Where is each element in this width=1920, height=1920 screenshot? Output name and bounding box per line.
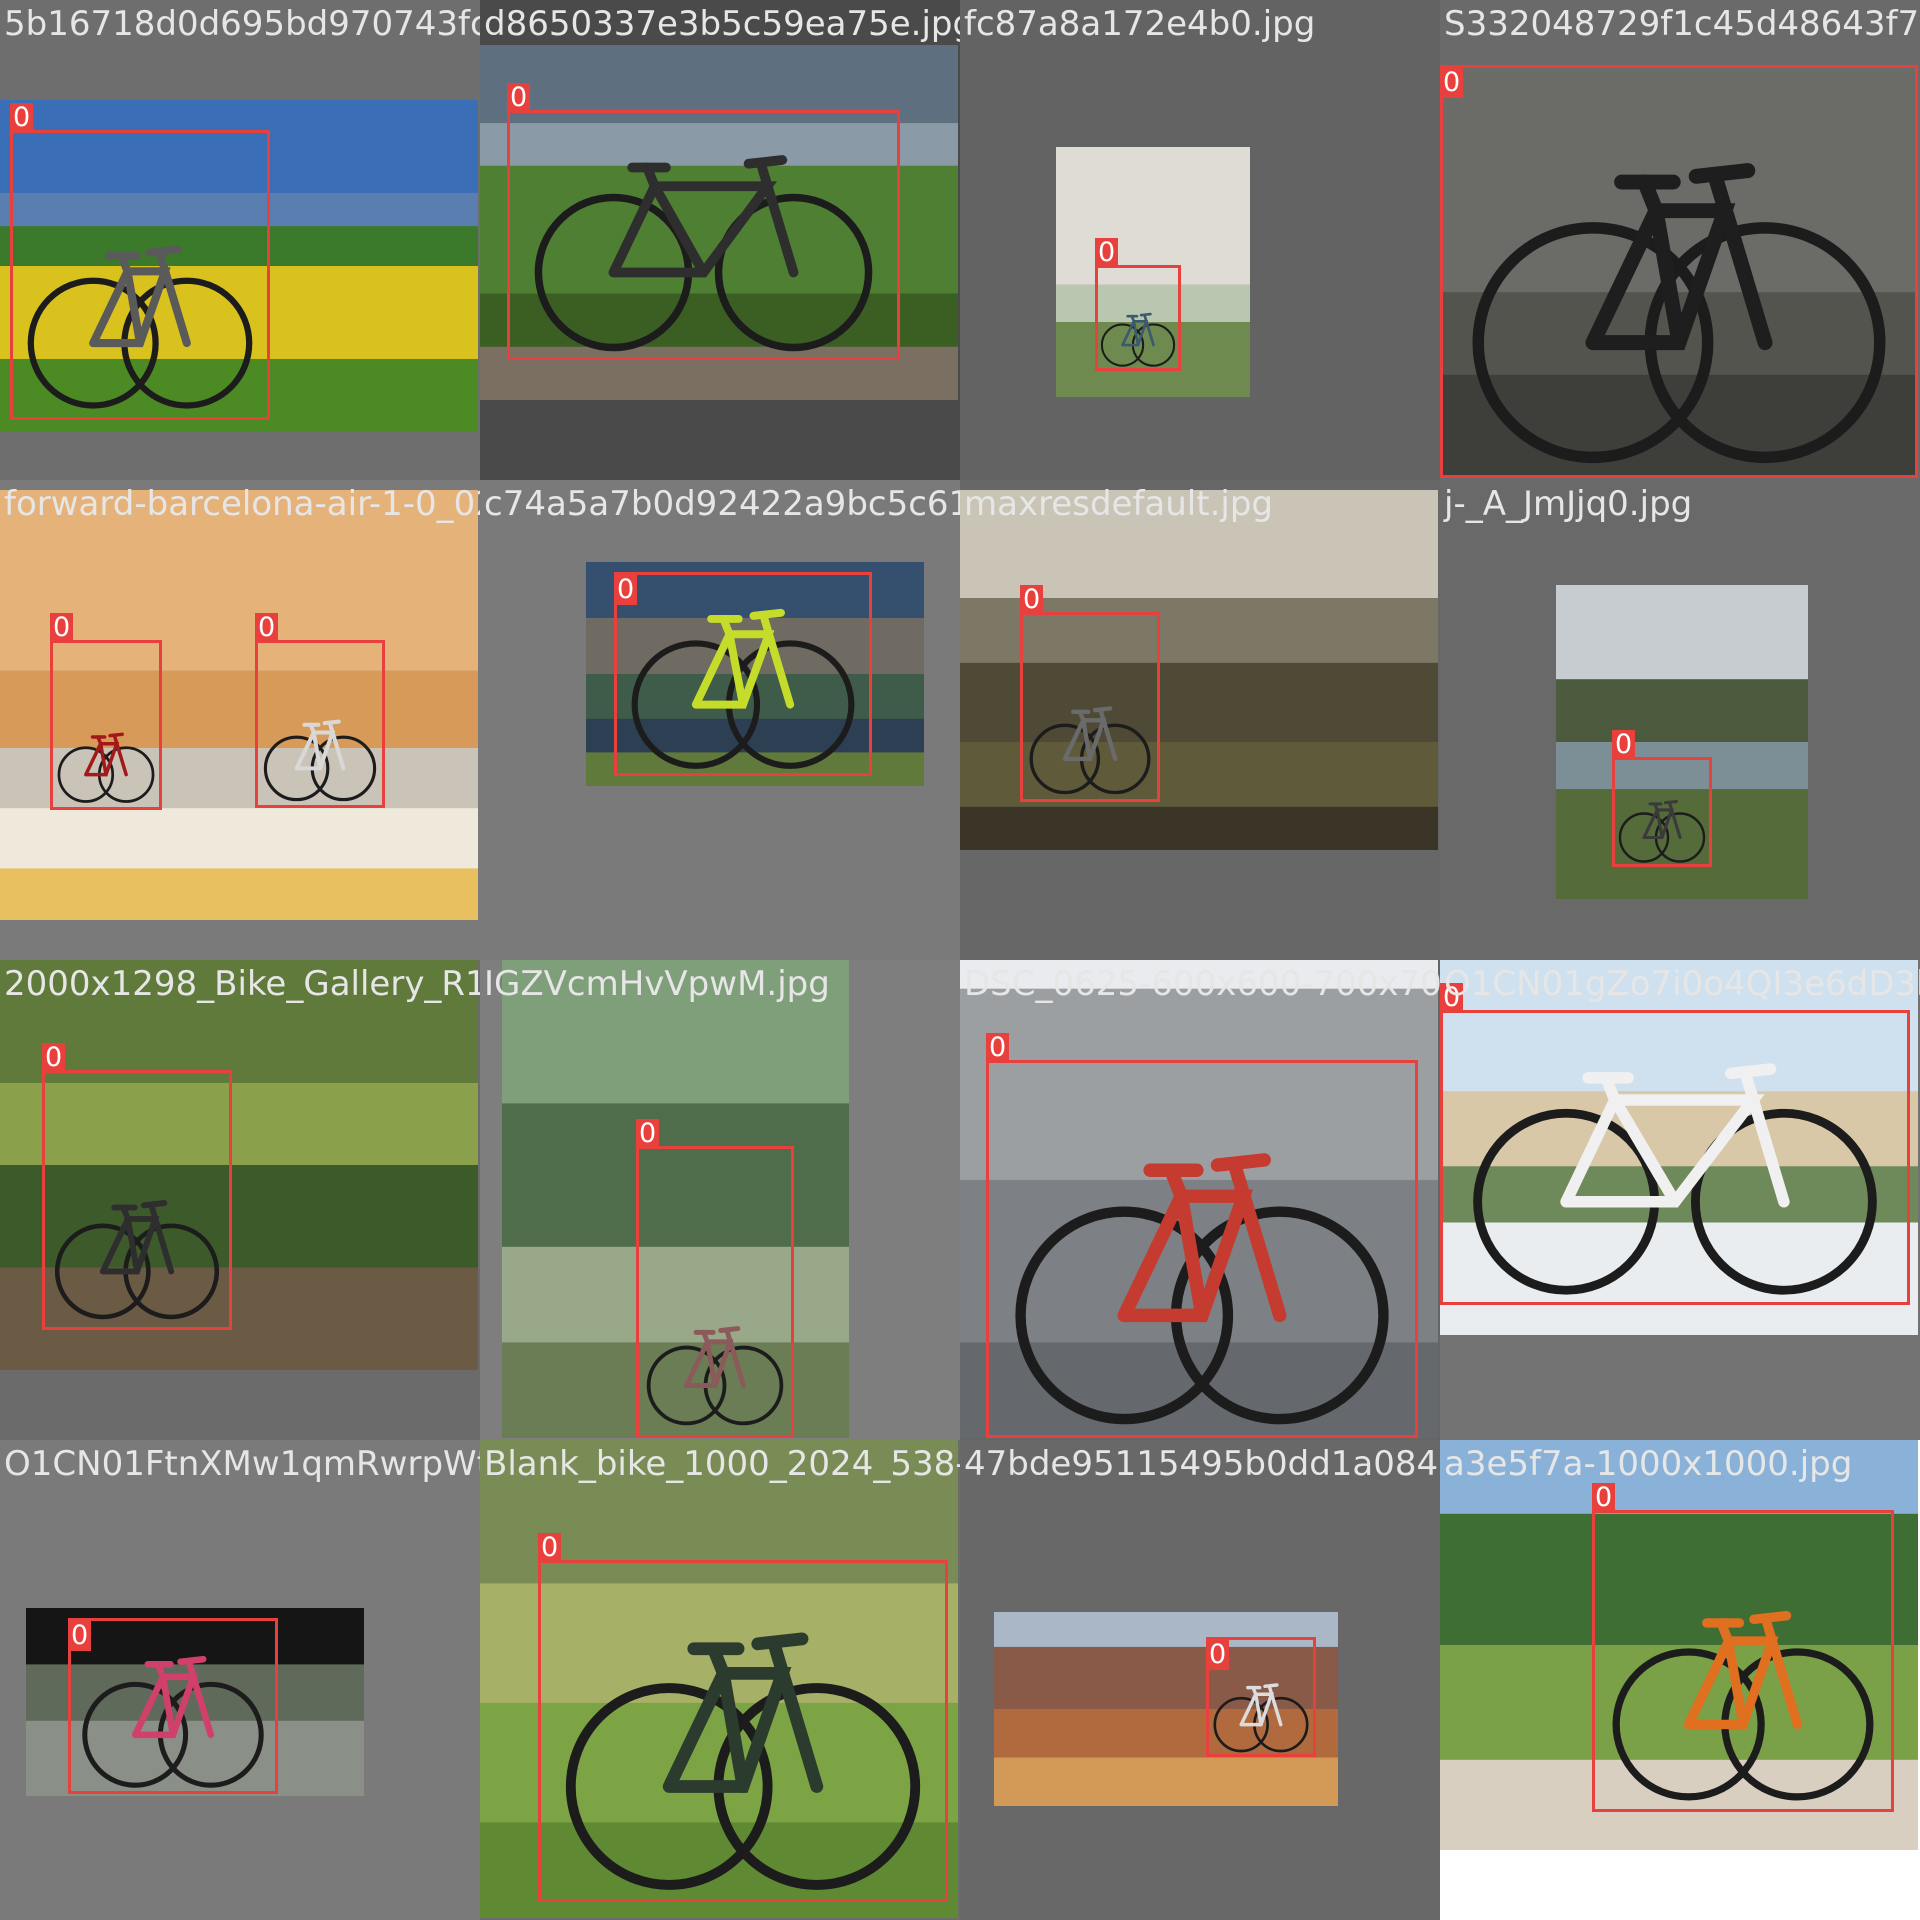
class-label: 0 [42, 1043, 66, 1073]
detection-box: 0 [636, 1119, 794, 1438]
tile-filename: 5b16718d0d695bd970743fcfd188640879528157… [4, 4, 480, 44]
detection-box: 0 [1440, 983, 1910, 1305]
tile-photo: 0 [1440, 960, 1918, 1335]
detection-box: 0 [1440, 65, 1918, 478]
mosaic-tile: 0 j-_A_JmJjq0.jpg [1440, 480, 1920, 960]
mosaic-tile: 0 c74a5a7b0d92422a9bc5c61876e2f0f.jpg [480, 480, 960, 960]
mosaic-grid: 0 5b16718d0d695bd970743fcfd18864087952815… [0, 0, 1920, 1920]
class-label: 0 [1206, 1640, 1230, 1670]
class-label: 0 [1020, 585, 1044, 615]
class-label: 0 [50, 613, 74, 643]
mosaic-tile: 0 S332048729f1c45d48643f78d7a91c2e.jpg [1440, 0, 1920, 480]
tile-photo: 0 [586, 562, 924, 786]
tile-filename: d8650337e3b5c59ea75e.jpg [484, 4, 960, 44]
mosaic-tile: 0 47bde95115495b0dd1a0849e3b8c5a1f.jpg [960, 1440, 1440, 1920]
detection-box: 0 [10, 103, 270, 420]
tile-photo: 0 [960, 490, 1438, 850]
tile-filename: fc87a8a172e4b0.jpg [964, 4, 1316, 44]
tile-filename: j-_A_JmJjq0.jpg [1444, 484, 1693, 524]
class-label: 0 [68, 1621, 92, 1651]
detection-box: 0 [1612, 730, 1712, 867]
mosaic-tile: 0O1CN01gZo7i0o4QI3e6dD3l2_!!3726.jpg [1440, 960, 1920, 1440]
mosaic-tile: 0 a3e5f7a-1000x1000.jpg [1440, 1440, 1920, 1920]
detection-box: 0 [986, 1033, 1418, 1438]
mosaic-tile: 0 d8650337e3b5c59ea75e.jpg [480, 0, 960, 480]
class-label: 0 [986, 1033, 1010, 1063]
tile-photo: 0 [480, 45, 958, 400]
tile-filename: O1CN01FtnXMw1qmRwrpWtd8.jpg [4, 1444, 480, 1484]
tile-photo: 0 [0, 100, 478, 432]
class-label: 0 [1592, 1483, 1616, 1513]
class-label: 0 [636, 1119, 660, 1149]
class-label: 0 [1440, 68, 1464, 98]
tile-photo: 0 [0, 960, 478, 1370]
mosaic-tile: 00forward-barcelona-air-1-0_02-1024x1024… [0, 480, 480, 960]
tile-filename: c74a5a7b0d92422a9bc5c61876e2f0f.jpg [484, 484, 960, 524]
tile-photo: 0 [1056, 147, 1250, 397]
detection-box: 0 [1592, 1483, 1894, 1812]
mosaic-tile: 0 O1CN01FtnXMw1qmRwrpWtd8.jpg [0, 1440, 480, 1920]
class-label: 0 [1440, 983, 1464, 1013]
mosaic-tile: 0 fc87a8a172e4b0.jpg [960, 0, 1440, 480]
detection-box: 0 [1095, 238, 1181, 371]
detection-box: 0 [538, 1533, 948, 1902]
class-label: 0 [614, 575, 638, 605]
tile-photo: 0 [960, 960, 1438, 1438]
class-label: 0 [10, 103, 34, 133]
tile-filename: S332048729f1c45d48643f78d7a91c2e.jpg [1444, 4, 1920, 44]
tile-photo: 0 [26, 1608, 364, 1796]
detection-box: 0 [255, 613, 385, 808]
tile-photo: 0 [1440, 65, 1918, 478]
detection-box: 0 [614, 572, 872, 776]
detection-box: 0 [1020, 585, 1160, 802]
detection-box: 0 [68, 1618, 278, 1794]
tile-photo: 0 [1440, 1440, 1918, 1850]
detection-box: 0 [507, 83, 900, 360]
detection-box: 0 [42, 1043, 232, 1330]
detection-box: 0 [50, 613, 162, 810]
class-label: 0 [255, 613, 279, 643]
mosaic-tile: 0DSC_0625-600x600-700x700.jpg [960, 960, 1440, 1440]
detection-box: 0 [1206, 1637, 1316, 1757]
mosaic-tile: 0 maxresdefault.jpg [960, 480, 1440, 960]
tile-photo: 00 [0, 490, 478, 920]
class-label: 0 [1612, 730, 1636, 760]
tile-photo: 0 [1556, 585, 1808, 899]
mosaic-tile: 0 IGZVcmHvVpwM.jpg [480, 960, 960, 1440]
mosaic-tile: 0 5b16718d0d695bd970743fcfd18864087952815… [0, 0, 480, 480]
tile-photo: 0 [502, 960, 849, 1438]
tile-photo: 0 [480, 1440, 958, 1918]
mosaic-tile: 02000x1298_Bike_Gallery_R16.jpg [0, 960, 480, 1440]
class-label: 0 [538, 1533, 562, 1563]
tile-filename: 47bde95115495b0dd1a0849e3b8c5a1f.jpg [964, 1444, 1440, 1484]
mosaic-tile: 0Blank_bike_1000_2024_538-.jpg [480, 1440, 960, 1920]
class-label: 0 [1095, 238, 1119, 268]
tile-photo: 0 [994, 1612, 1338, 1806]
class-label: 0 [507, 83, 531, 113]
